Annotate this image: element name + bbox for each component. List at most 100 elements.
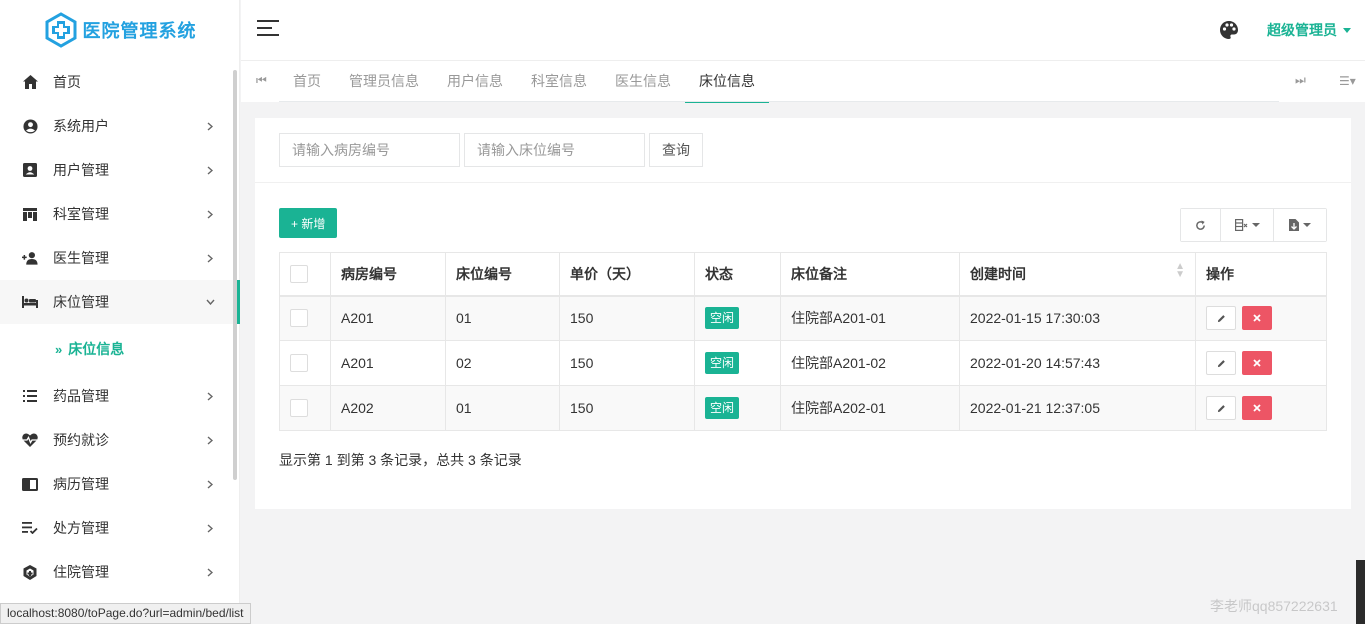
id-card-icon	[22, 162, 38, 178]
sidebar-scrollbar[interactable]	[233, 70, 237, 480]
sidebar-item-prescription-management[interactable]: 处方管理	[0, 506, 239, 550]
user-name: 超级管理员	[1267, 22, 1337, 38]
status-badge: 空闲	[705, 307, 740, 330]
cell-bed: 01	[445, 295, 560, 341]
caret-down-icon	[1251, 223, 1260, 227]
select-all-cell	[279, 252, 331, 297]
chevron-right-icon	[205, 253, 215, 263]
chevron-right-icon	[205, 209, 215, 219]
content-panel: 查询 + 新增 病房编号 床位编号 单价（天） 状态 床位备注 创建时间 ▲▼	[255, 118, 1351, 509]
pencil-icon	[1217, 404, 1225, 412]
column-header-note[interactable]: 床位备注	[780, 252, 960, 297]
home-icon	[22, 74, 38, 90]
column-header-status[interactable]: 状态	[694, 252, 781, 297]
sidebar-item-label: 用户管理	[53, 162, 109, 178]
list-icon	[22, 388, 38, 404]
logo[interactable]: 医院管理系统	[0, 0, 239, 60]
pencil-icon	[1217, 314, 1225, 322]
top-header: 超级管理员	[241, 0, 1365, 60]
columns-toggle-button[interactable]	[1221, 209, 1274, 241]
sidebar-item-drug-management[interactable]: 药品管理	[0, 374, 239, 418]
row-checkbox[interactable]	[290, 399, 308, 418]
cell-room: A201	[330, 340, 446, 386]
chevron-right-icon	[205, 165, 215, 175]
sidebar-item-home[interactable]: 首页	[0, 60, 239, 104]
bed-icon	[22, 294, 38, 310]
chevron-right-icon	[205, 435, 215, 445]
page-tabs-bar: ⏮ 首页 管理员信息 用户信息 科室信息 医生信息 床位信息 ⏭ ☰▾	[241, 60, 1365, 103]
sidebar-item-user-management[interactable]: 用户管理	[0, 148, 239, 192]
sidebar-item-inpatient-management[interactable]: 住院管理	[0, 550, 239, 594]
menu-toggle-icon[interactable]	[257, 20, 279, 38]
delete-button[interactable]	[1241, 351, 1272, 375]
row-select-cell	[279, 295, 331, 341]
edit-button[interactable]	[1206, 306, 1236, 331]
sidebar-item-bed-management[interactable]: 床位管理	[0, 280, 240, 324]
chevron-right-icon	[205, 391, 215, 401]
sidebar-item-system-users[interactable]: 系统用户	[0, 104, 239, 148]
bed-number-input[interactable]	[464, 133, 645, 167]
cell-status: 空闲	[694, 385, 781, 431]
column-header-room[interactable]: 病房编号	[330, 252, 446, 297]
sidebar-item-label: 科室管理	[53, 206, 109, 222]
delete-button[interactable]	[1241, 306, 1272, 331]
heartbeat-icon	[22, 432, 38, 448]
refresh-icon	[1196, 219, 1205, 230]
tab-doctor-info[interactable]: 医生信息	[601, 61, 685, 102]
select-all-checkbox[interactable]	[290, 264, 308, 283]
sidebar-item-label: 首页	[53, 74, 81, 90]
cell-status: 空闲	[694, 340, 781, 386]
sidebar-item-appointment[interactable]: 预约就诊	[0, 418, 239, 462]
cell-price: 150	[559, 385, 695, 431]
status-badge: 空闲	[705, 352, 740, 374]
tab-options-icon[interactable]: ☰▾	[1339, 74, 1356, 88]
sidebar-menu: 首页 系统用户 用户管理 科室管理 医生管理 床位管理 » 床位信息 药品管理 …	[0, 60, 240, 594]
row-checkbox[interactable]	[290, 309, 308, 328]
column-header-label: 创建时间	[970, 265, 1026, 282]
tab-user-info[interactable]: 用户信息	[433, 61, 517, 102]
tab-scroll-right-icon[interactable]: ⏭	[1295, 73, 1306, 88]
edit-button[interactable]	[1206, 396, 1236, 420]
sort-icon[interactable]: ▲ ▼	[1175, 261, 1185, 279]
caret-down-icon	[1343, 27, 1351, 33]
column-header-created[interactable]: 创建时间 ▲ ▼	[959, 252, 1196, 297]
sidebar-item-label: 系统用户	[53, 118, 109, 134]
cell-bed: 01	[445, 385, 560, 431]
sidebar-subitem-bed-info[interactable]: » 床位信息	[0, 324, 239, 374]
edit-button[interactable]	[1206, 351, 1236, 375]
refresh-button[interactable]	[1181, 209, 1221, 241]
sidebar-item-department-management[interactable]: 科室管理	[0, 192, 239, 236]
column-header-bed[interactable]: 床位编号	[445, 252, 560, 297]
query-button[interactable]: 查询	[649, 133, 703, 167]
tab-admin-info[interactable]: 管理员信息	[335, 61, 433, 102]
sidebar-item-medical-records[interactable]: 病历管理	[0, 462, 239, 506]
palette-icon[interactable]	[1219, 20, 1239, 40]
chevron-down-icon	[205, 297, 215, 307]
watermark: 李老师qq857222631	[1210, 598, 1338, 614]
table-toolbar	[1180, 208, 1327, 242]
column-header-price[interactable]: 单价（天）	[559, 252, 695, 297]
add-button[interactable]: + 新增	[279, 208, 338, 238]
user-menu[interactable]: 超级管理员	[1267, 20, 1351, 40]
cell-room: A201	[330, 295, 446, 341]
sidebar-item-doctor-management[interactable]: 医生管理	[0, 236, 239, 280]
table-header-row: 病房编号 床位编号 单价（天） 状态 床位备注 创建时间 ▲ ▼ 操作	[279, 252, 1327, 297]
tab-home[interactable]: 首页	[279, 61, 335, 102]
hospital-cross-icon	[45, 12, 76, 48]
cell-price: 150	[559, 295, 695, 341]
bed-table: 病房编号 床位编号 单价（天） 状态 床位备注 创建时间 ▲ ▼ 操作 A201 0…	[279, 252, 1327, 431]
row-checkbox[interactable]	[290, 354, 308, 373]
tab-scroll-left-icon[interactable]: ⏮	[256, 73, 267, 88]
tab-bed-info[interactable]: 床位信息	[685, 61, 769, 103]
user-plus-icon	[22, 250, 38, 266]
close-icon	[1253, 314, 1261, 322]
delete-button[interactable]	[1241, 396, 1272, 420]
columns-icon	[1234, 219, 1247, 231]
cell-room: A202	[330, 385, 446, 431]
tab-department-info[interactable]: 科室信息	[517, 61, 601, 102]
chevron-right-icon	[205, 523, 215, 533]
cell-created: 2022-01-15 17:30:03	[959, 295, 1196, 341]
room-number-input[interactable]	[279, 133, 460, 167]
divider	[255, 182, 1351, 183]
export-button[interactable]	[1274, 209, 1326, 241]
